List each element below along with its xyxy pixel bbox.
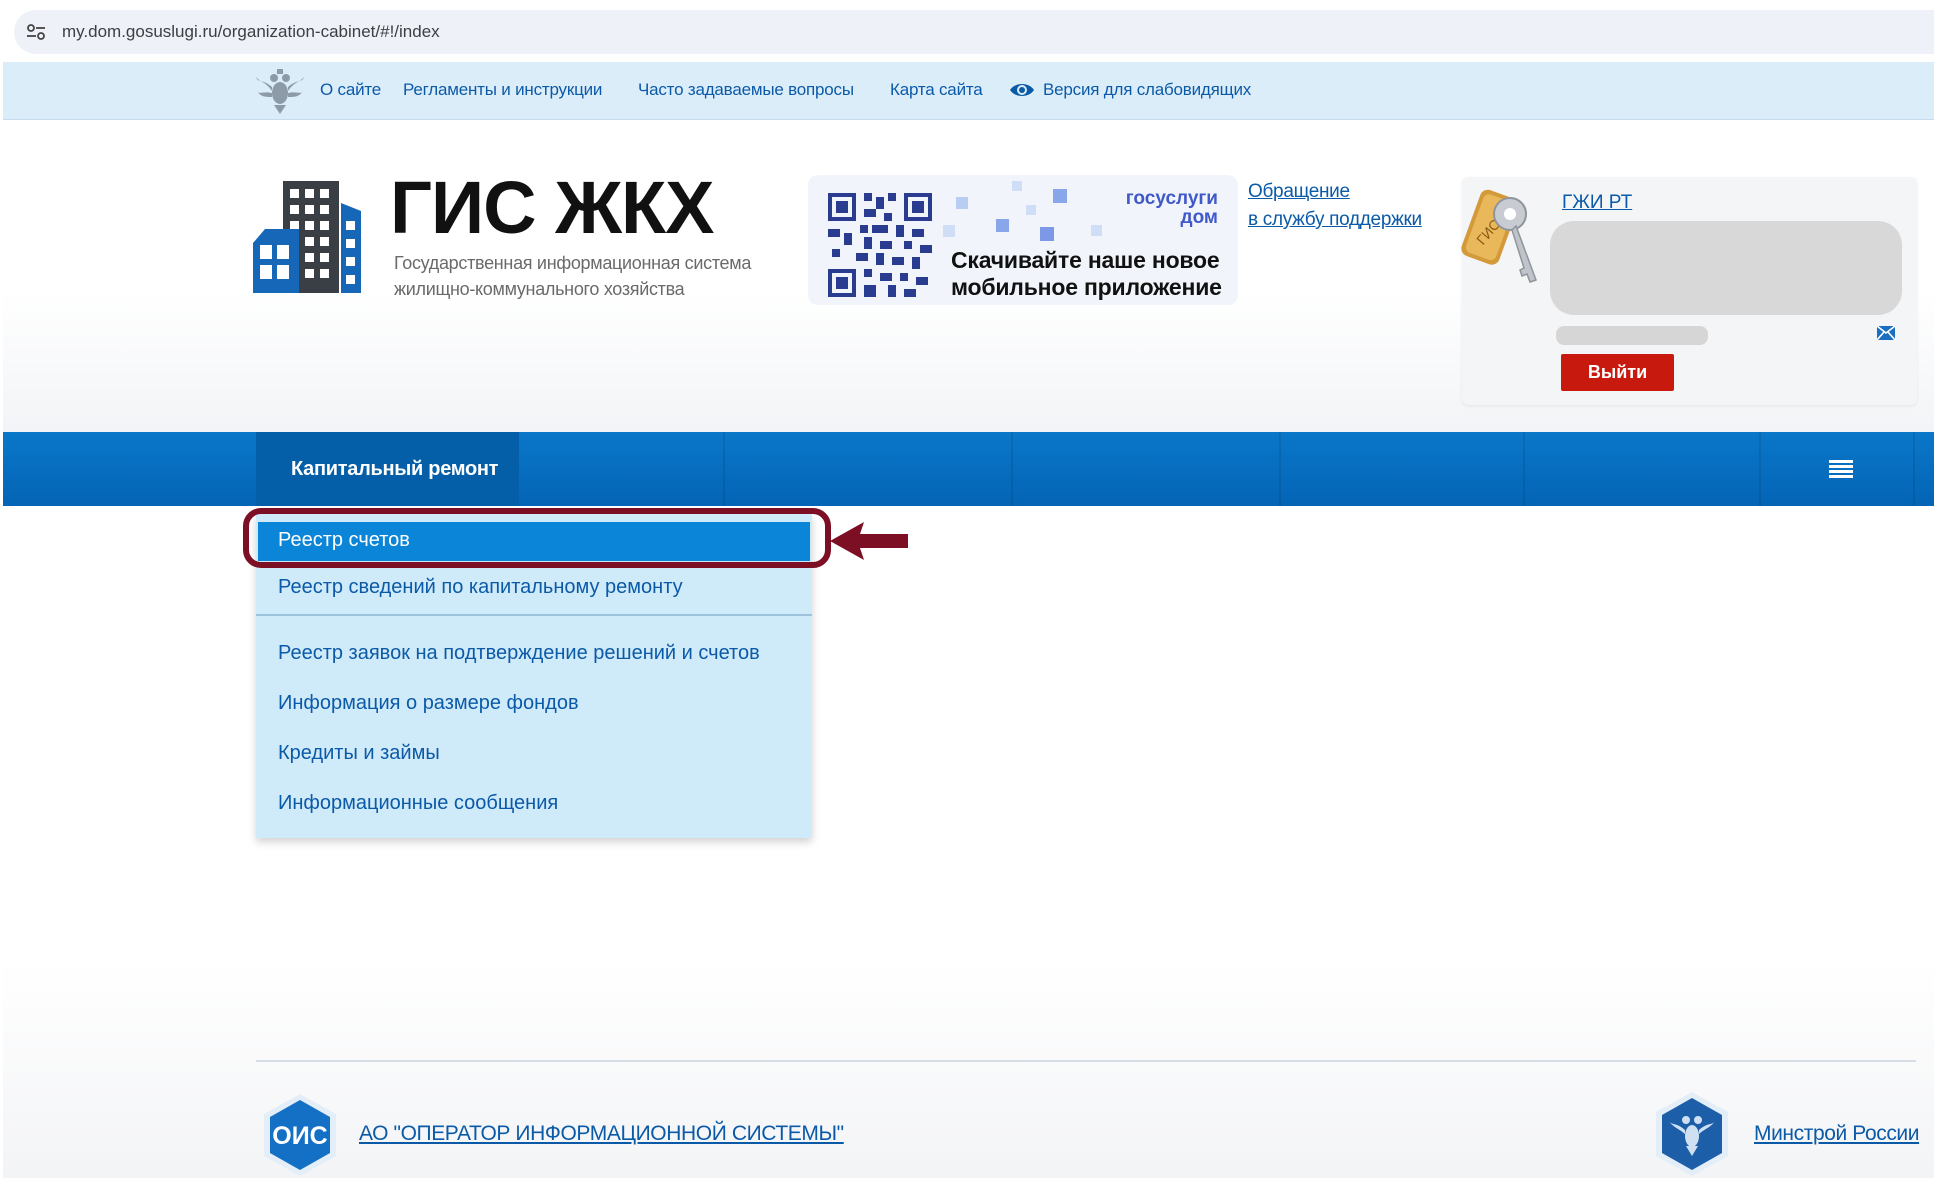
keys-icon: ГИС xyxy=(1461,189,1537,283)
main-nav-bar: Капитальный ремонт xyxy=(3,432,1934,506)
nav-item-capital-repair[interactable]: Капитальный ремонт xyxy=(256,432,519,506)
minstroy-logo-icon[interactable] xyxy=(1648,1090,1736,1178)
decor-square xyxy=(1091,225,1102,236)
decor-square xyxy=(996,219,1009,232)
page: my.dom.gosuslugi.ru/organization-cabinet… xyxy=(0,0,1934,1178)
highlight-annotation-box xyxy=(243,508,831,568)
eye-icon xyxy=(1010,84,1034,96)
decor-square xyxy=(956,197,968,209)
ois-operator-link[interactable]: АО "ОПЕРАТОР ИНФОРМАЦИОННОЙ СИСТЕМЫ" xyxy=(359,1122,844,1146)
dropdown-item-fund-size-info[interactable]: Информация о размере фондов xyxy=(278,692,579,715)
hamburger-menu-icon[interactable] xyxy=(1829,460,1853,480)
dropdown-item-info-messages[interactable]: Информационные сообщения xyxy=(278,792,558,815)
mail-icon[interactable] xyxy=(1877,326,1895,340)
nav-separator xyxy=(1759,432,1761,506)
russian-emblem-icon xyxy=(256,69,304,114)
promo-cta-text: Скачивайте наше новое мобильное приложен… xyxy=(951,247,1222,301)
decor-square xyxy=(1012,181,1022,191)
decor-square xyxy=(943,225,955,237)
footer-divider xyxy=(256,1060,1916,1062)
gosuslugi-dom-brand: госуслуги дом xyxy=(1126,189,1218,227)
top-links-bar: О сайте Регламенты и инструкции Часто за… xyxy=(3,62,1934,120)
dropdown-item-credits-loans[interactable]: Кредиты и займы xyxy=(278,742,440,765)
nav-separator xyxy=(1279,432,1281,506)
minstroy-link[interactable]: Минстрой России xyxy=(1754,1122,1919,1146)
decor-square xyxy=(1026,205,1036,215)
ois-logo-icon[interactable]: ОИС xyxy=(258,1092,342,1178)
ois-logo-text: ОИС xyxy=(272,1122,327,1150)
support-request-link[interactable]: Обращение в службу поддержки xyxy=(1248,178,1422,234)
redacted-user-info xyxy=(1550,221,1902,315)
gis-building-logo-icon[interactable] xyxy=(253,181,375,297)
site-settings-icon[interactable] xyxy=(26,23,46,41)
dropdown-divider xyxy=(256,614,812,616)
logo-title[interactable]: ГИС ЖКХ xyxy=(390,168,715,248)
redacted-user-detail xyxy=(1556,326,1708,345)
brand-line1: госуслуги xyxy=(1125,188,1218,209)
top-link-about[interactable]: О сайте xyxy=(320,80,381,100)
decor-square xyxy=(1053,189,1067,203)
nav-separator xyxy=(1523,432,1525,506)
qr-code-icon xyxy=(828,193,932,297)
url-text[interactable]: my.dom.gosuslugi.ru/organization-cabinet… xyxy=(62,22,440,42)
organization-link[interactable]: ГЖИ РТ xyxy=(1562,192,1632,214)
cta-line2: мобильное приложение xyxy=(951,274,1222,300)
logo-subtitle-line1: Государственная информационная система xyxy=(394,253,752,273)
decor-square xyxy=(1040,227,1054,241)
nav-separator xyxy=(1011,432,1013,506)
top-link-faq[interactable]: Часто задаваемые вопросы xyxy=(638,80,854,100)
pointer-arrow-icon xyxy=(830,522,908,560)
top-link-sitemap[interactable]: Карта сайта xyxy=(890,80,983,100)
logo-subtitle-line2: жилищно-коммунального хозяйства xyxy=(394,279,685,299)
top-link-regulations[interactable]: Регламенты и инструкции xyxy=(403,80,602,100)
logo-subtitle: Государственная информационная система ж… xyxy=(394,250,751,302)
mobile-app-promo-banner[interactable]: госуслуги дом Скачивайте наше новое моби… xyxy=(808,175,1238,305)
logout-button[interactable]: Выйти xyxy=(1561,354,1674,391)
dropdown-item-applications-registry[interactable]: Реестр заявок на подтверждение решений и… xyxy=(278,642,760,665)
brand-line2: дом xyxy=(1180,207,1218,228)
nav-separator xyxy=(723,432,725,506)
support-line2[interactable]: в службу поддержки xyxy=(1248,206,1422,234)
dropdown-item-repair-info-registry[interactable]: Реестр сведений по капитальному ремонту xyxy=(278,576,683,599)
cta-line1: Скачивайте наше новое xyxy=(951,247,1220,273)
support-line1[interactable]: Обращение xyxy=(1248,178,1422,206)
nav-separator xyxy=(1913,432,1915,506)
top-link-accessibility[interactable]: Версия для слабовидящих xyxy=(1043,80,1251,100)
address-bar[interactable]: my.dom.gosuslugi.ru/organization-cabinet… xyxy=(14,10,1934,54)
